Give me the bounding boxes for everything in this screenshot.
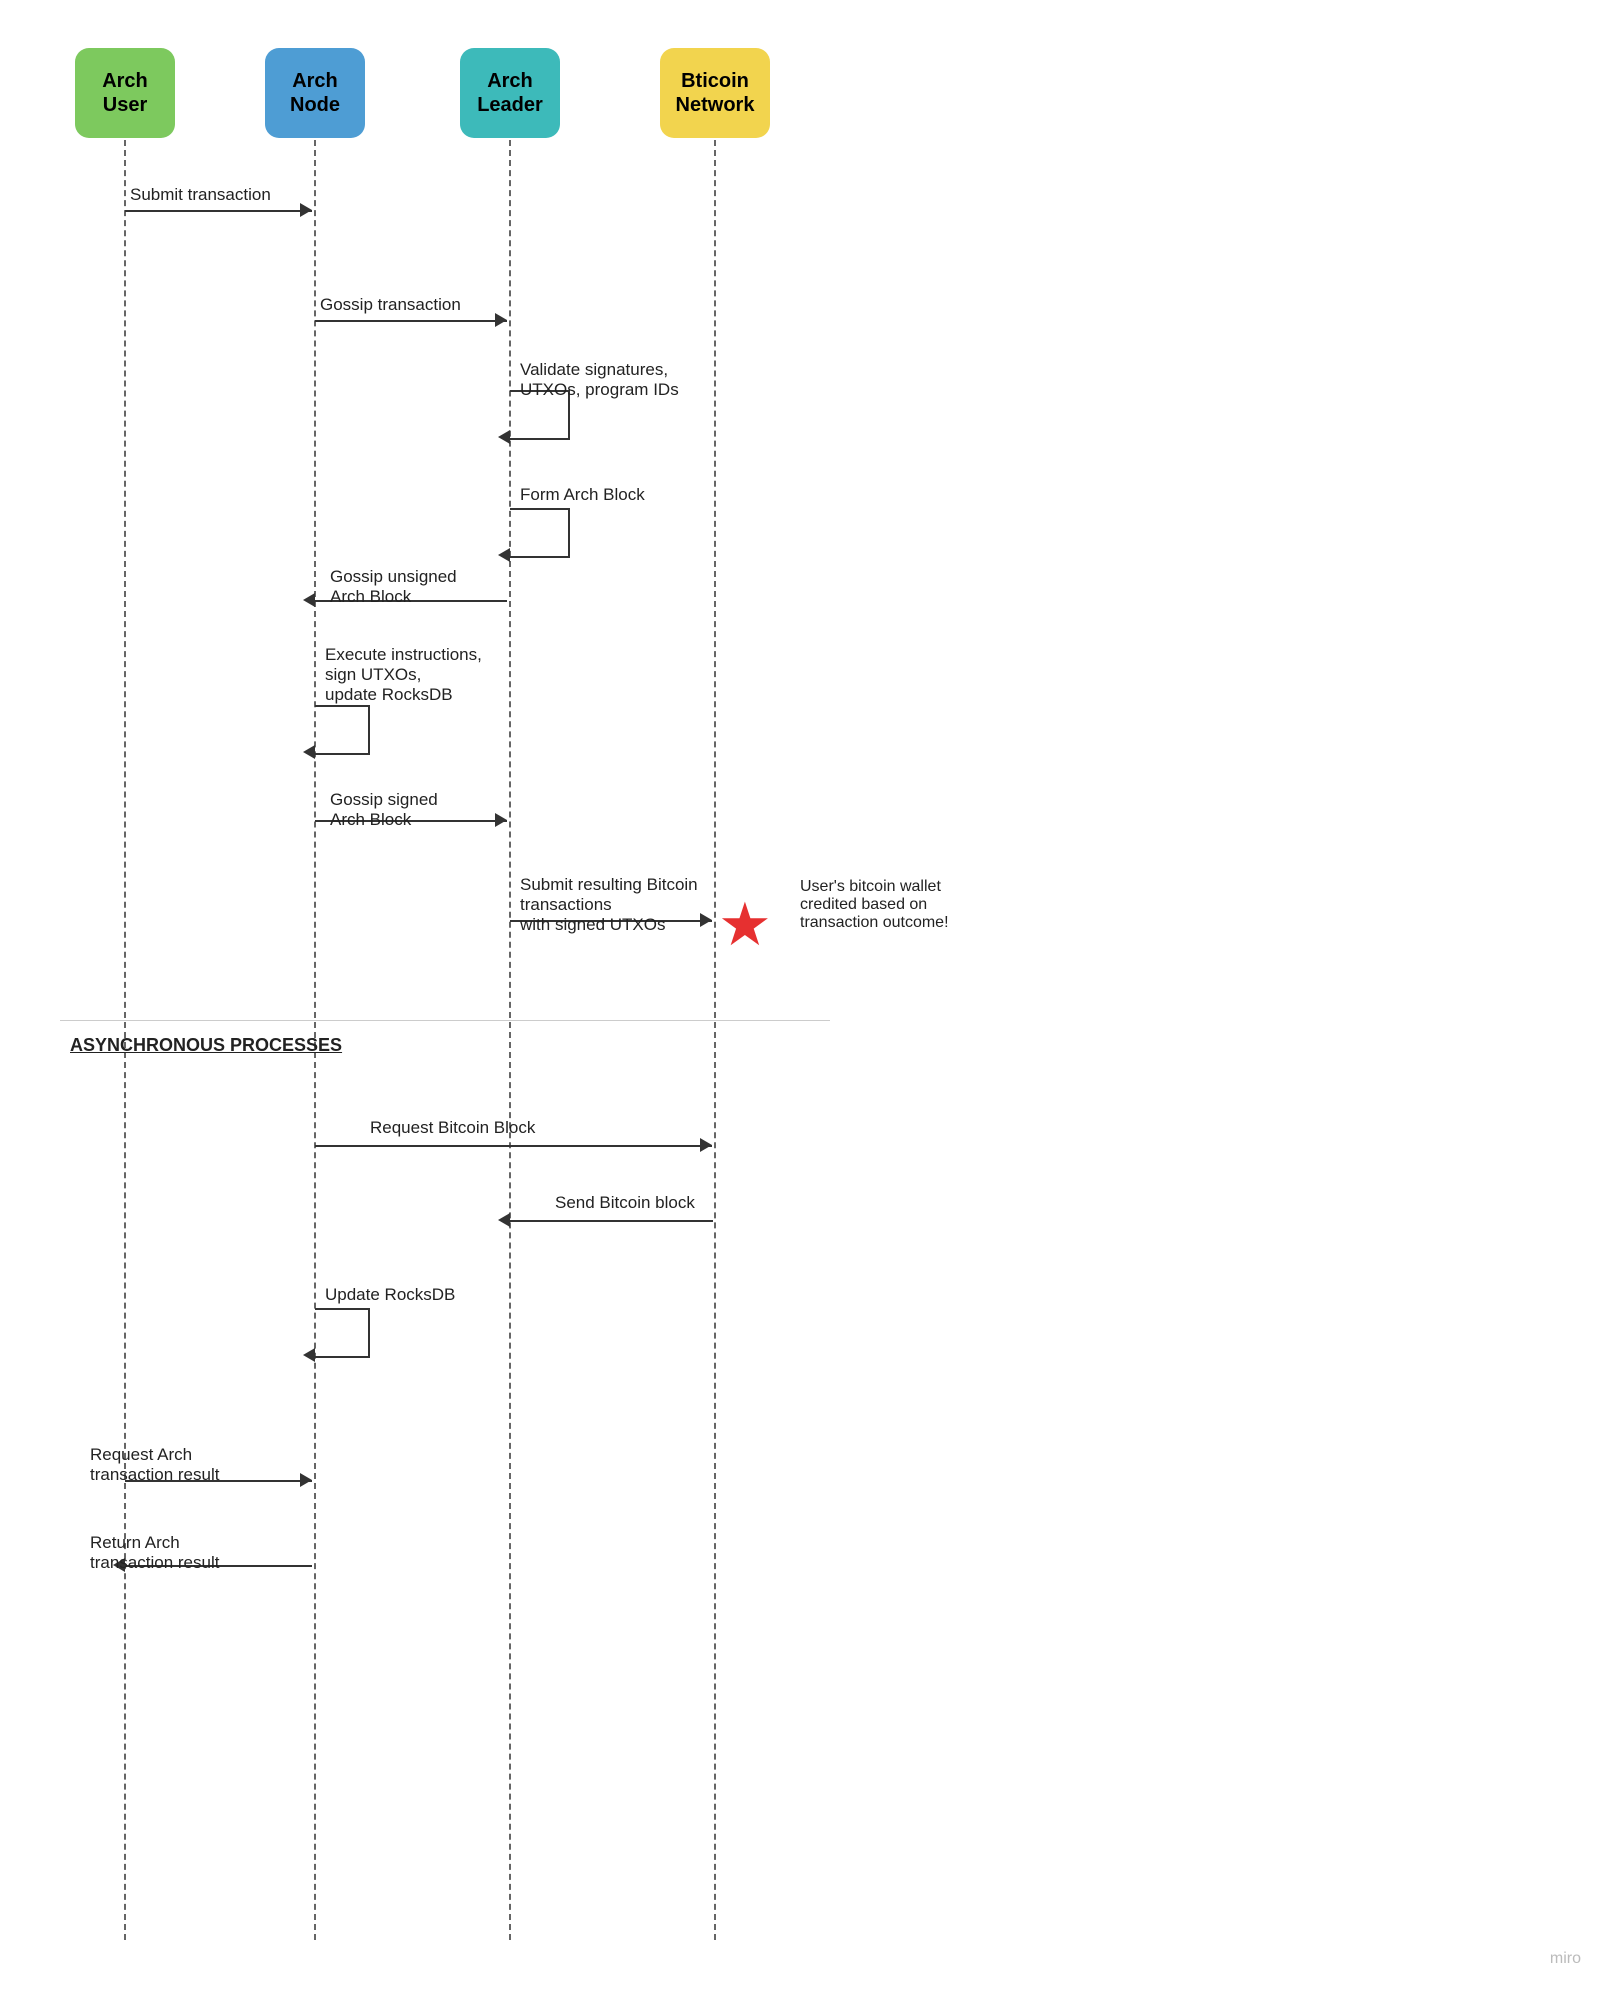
arrow-send-bitcoin — [510, 1220, 713, 1222]
arrow-gossip-transaction — [315, 320, 507, 322]
lifeline-bitcoin — [714, 140, 716, 1940]
arrow-head-request-arch — [300, 1473, 312, 1487]
label-gossip-signed: Gossip signed Arch Block — [330, 790, 438, 830]
arrow-head-gossip — [495, 313, 507, 327]
label-form-arch-block: Form Arch Block — [520, 485, 645, 505]
self-loop-execute — [315, 705, 370, 755]
arrow-head-gossip-signed — [495, 813, 507, 827]
arrow-submit-transaction — [125, 210, 312, 212]
arrow-request-bitcoin — [315, 1145, 712, 1147]
arrow-head-request-bitcoin — [700, 1138, 712, 1152]
arrow-head-update-rocks-self — [303, 1348, 315, 1362]
label-submit-transaction: Submit transaction — [130, 185, 271, 205]
actor-bitcoin: BticoinNetwork — [660, 48, 770, 138]
actor-user: Arch User — [75, 48, 175, 138]
label-request-bitcoin: Request Bitcoin Block — [370, 1118, 535, 1138]
separator-line — [60, 1020, 830, 1021]
bitcoin-star: ★ — [718, 890, 772, 960]
label-gossip-unsigned: Gossip unsigned Arch Block — [330, 567, 457, 607]
label-execute: Execute instructions, sign UTXOs, update… — [325, 645, 482, 705]
arrow-head-gossip-unsigned — [303, 593, 315, 607]
label-request-arch: Request Arch transaction result — [90, 1445, 219, 1485]
actor-node: ArchNode — [265, 48, 365, 138]
actor-leader: ArchLeader — [460, 48, 560, 138]
arrow-head-submit — [300, 203, 312, 217]
label-validate: Validate signatures, UTXOs, program IDs — [520, 360, 679, 400]
arrow-head-execute-self — [303, 745, 315, 759]
label-submit-bitcoin: Submit resulting Bitcoin transactions wi… — [520, 875, 698, 935]
label-gossip-transaction: Gossip transaction — [320, 295, 461, 315]
self-loop-update-rocks — [315, 1308, 370, 1358]
self-loop-form-block — [510, 508, 570, 558]
diagram-container: Arch User ArchNode ArchLeader BticoinNet… — [0, 0, 1621, 1998]
arrow-head-form-block-self — [498, 548, 510, 562]
async-label: ASYNCHRONOUS PROCESSES — [70, 1035, 342, 1056]
arrow-head-validate-self — [498, 430, 510, 444]
miro-watermark: miro — [1550, 1950, 1581, 1968]
label-wallet-credit: User's bitcoin wallet credited based on … — [800, 878, 949, 932]
label-send-bitcoin: Send Bitcoin block — [555, 1193, 695, 1213]
arrow-head-send-bitcoin — [498, 1213, 510, 1227]
label-update-rocks: Update RocksDB — [325, 1285, 455, 1305]
label-return-arch: Return Arch transaction result — [90, 1533, 219, 1573]
arrow-head-submit-bitcoin — [700, 913, 712, 927]
